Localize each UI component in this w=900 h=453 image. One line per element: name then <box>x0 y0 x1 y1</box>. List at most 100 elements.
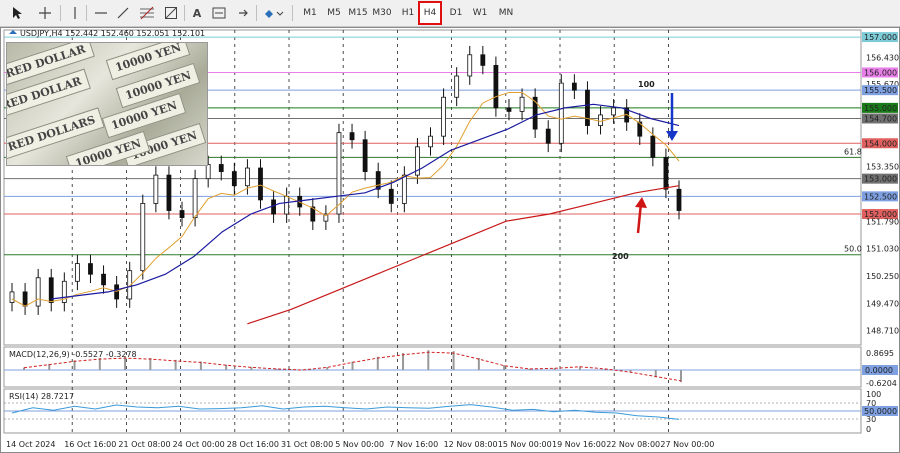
candle <box>663 157 669 190</box>
price-tick-label: 152.500 <box>864 192 897 201</box>
time-tick-label: 12 Nov 08:00 <box>444 440 498 449</box>
macd-tick-label: 0.8695 <box>866 349 894 358</box>
label-icon[interactable] <box>210 3 228 23</box>
macd-label: MACD(12,26,9) -0.5527 -0.3278 <box>9 350 137 359</box>
horizontal-line-icon[interactable] <box>92 3 110 23</box>
ma-200-arrow <box>636 202 643 234</box>
time-tick-label: 28 Oct 16:00 <box>227 440 279 449</box>
text-tool-button[interactable]: A <box>188 3 206 23</box>
candle <box>519 96 525 112</box>
candle <box>506 107 512 112</box>
fib-618-label: 61.8 <box>844 147 862 156</box>
price-tick-label: 155.000 <box>864 104 897 113</box>
vertical-line-icon[interactable] <box>68 3 82 23</box>
timeframe-button-w1[interactable]: W1 <box>468 3 492 23</box>
timeframe-button-h1[interactable]: H1 <box>396 3 420 23</box>
candle <box>571 82 577 91</box>
candle <box>205 164 211 180</box>
candle <box>650 135 656 158</box>
price-tick-label: 150.250 <box>866 272 899 281</box>
candle <box>454 75 460 98</box>
candle <box>611 107 617 116</box>
symbol-icon <box>9 30 17 34</box>
timeframe-button-d1[interactable]: D1 <box>444 3 468 23</box>
cursor-icon[interactable] <box>8 3 26 23</box>
toolbar: A M1 M5 M15 M30 H1 H4 D1 W1 MN <box>0 0 900 27</box>
price-tick-label: 153.350 <box>866 162 899 171</box>
candle <box>401 174 407 204</box>
arrow-icon[interactable] <box>236 3 252 23</box>
macd-tick-label: 0.0000 <box>865 366 893 375</box>
price-tick-label: 156.430 <box>866 53 899 62</box>
rsi-label: RSI(14) 28.7217 <box>9 392 74 401</box>
crosshair-icon[interactable] <box>36 3 54 23</box>
rsi-tick-label: 0 <box>866 425 871 434</box>
candle <box>231 171 237 187</box>
price-tick-label: 151.790 <box>866 217 899 226</box>
time-tick-label: 15 Nov 00:00 <box>498 440 552 449</box>
macd-tick-label: -0.6204 <box>866 379 897 388</box>
candle <box>493 64 499 109</box>
price-tick-label: 156.000 <box>864 68 897 77</box>
timeframe-button-m15[interactable]: M15 <box>346 3 370 23</box>
candle <box>585 89 590 126</box>
ma-200-annotation: 200 <box>612 252 629 261</box>
candle <box>428 135 433 148</box>
fibonacci-icon[interactable] <box>138 3 156 23</box>
time-tick-label: 24 Oct 00:00 <box>173 440 225 449</box>
candle <box>271 199 276 215</box>
time-tick-label: 16 Oct 16:00 <box>64 440 116 449</box>
price-tick-label: 155.500 <box>864 86 897 95</box>
candle <box>153 174 159 204</box>
price-tick-label: 154.000 <box>864 139 897 148</box>
price-tick-label: 148.710 <box>866 326 899 335</box>
time-tick-label: 7 Nov 16:00 <box>389 440 438 449</box>
symbol-info: USDJPY,H4 152.442 152.460 152.051 152.10… <box>20 29 205 38</box>
candle <box>349 132 355 141</box>
price-tick-label: 154.700 <box>864 114 897 123</box>
candle <box>598 114 603 126</box>
candle <box>558 82 564 144</box>
candle <box>467 54 473 77</box>
timeframe-button-m5[interactable]: M5 <box>322 3 346 23</box>
shapes-dropdown-icon[interactable] <box>262 3 286 23</box>
candle <box>35 277 41 307</box>
rsi-line <box>11 404 680 420</box>
time-tick-label: 27 Nov 00:00 <box>660 440 714 449</box>
time-tick-label: 14 Oct 2024 <box>6 440 55 449</box>
candle <box>114 284 120 300</box>
time-tick-label: 31 Oct 08:00 <box>281 440 333 449</box>
candle <box>74 263 80 282</box>
candle <box>480 54 486 66</box>
time-tick-label: 5 Nov 00:00 <box>335 440 384 449</box>
rsi-tick-label: 30 <box>866 415 876 424</box>
candle <box>166 174 172 211</box>
time-tick-label: 19 Nov 16:00 <box>552 440 606 449</box>
timeframe-button-m30[interactable]: M30 <box>370 3 394 23</box>
timeframe-button-mn[interactable]: MN <box>494 3 518 23</box>
candle <box>284 195 290 215</box>
time-tick-label: 22 Nov 08:00 <box>606 440 660 449</box>
candle <box>245 167 250 187</box>
candle <box>258 167 263 201</box>
candle <box>22 291 28 307</box>
candle <box>101 273 106 286</box>
time-tick-label: 21 Oct 08:00 <box>118 440 170 449</box>
candle <box>218 164 224 172</box>
candle <box>375 171 381 190</box>
price-tick-label: 153.000 <box>864 175 897 184</box>
candle <box>88 263 93 275</box>
channel-icon[interactable] <box>162 3 180 23</box>
candle <box>336 132 342 215</box>
candle <box>192 178 198 218</box>
rsi-tick-label: 100 <box>866 390 881 399</box>
candle <box>441 96 446 137</box>
timeframe-button-m1[interactable]: M1 <box>298 3 322 23</box>
candle <box>179 210 185 218</box>
timeframe-button-h4[interactable]: H4 <box>418 1 442 25</box>
price-tick-label: 149.470 <box>866 300 899 309</box>
currency-banknotes-image: RED DOLLAR RED DOLLAR RED DOLLARS 10000 … <box>6 42 208 166</box>
trendline-icon[interactable] <box>114 3 132 23</box>
ma-200-arrowhead <box>635 197 647 208</box>
ma-100-annotation: 100 <box>638 80 655 89</box>
